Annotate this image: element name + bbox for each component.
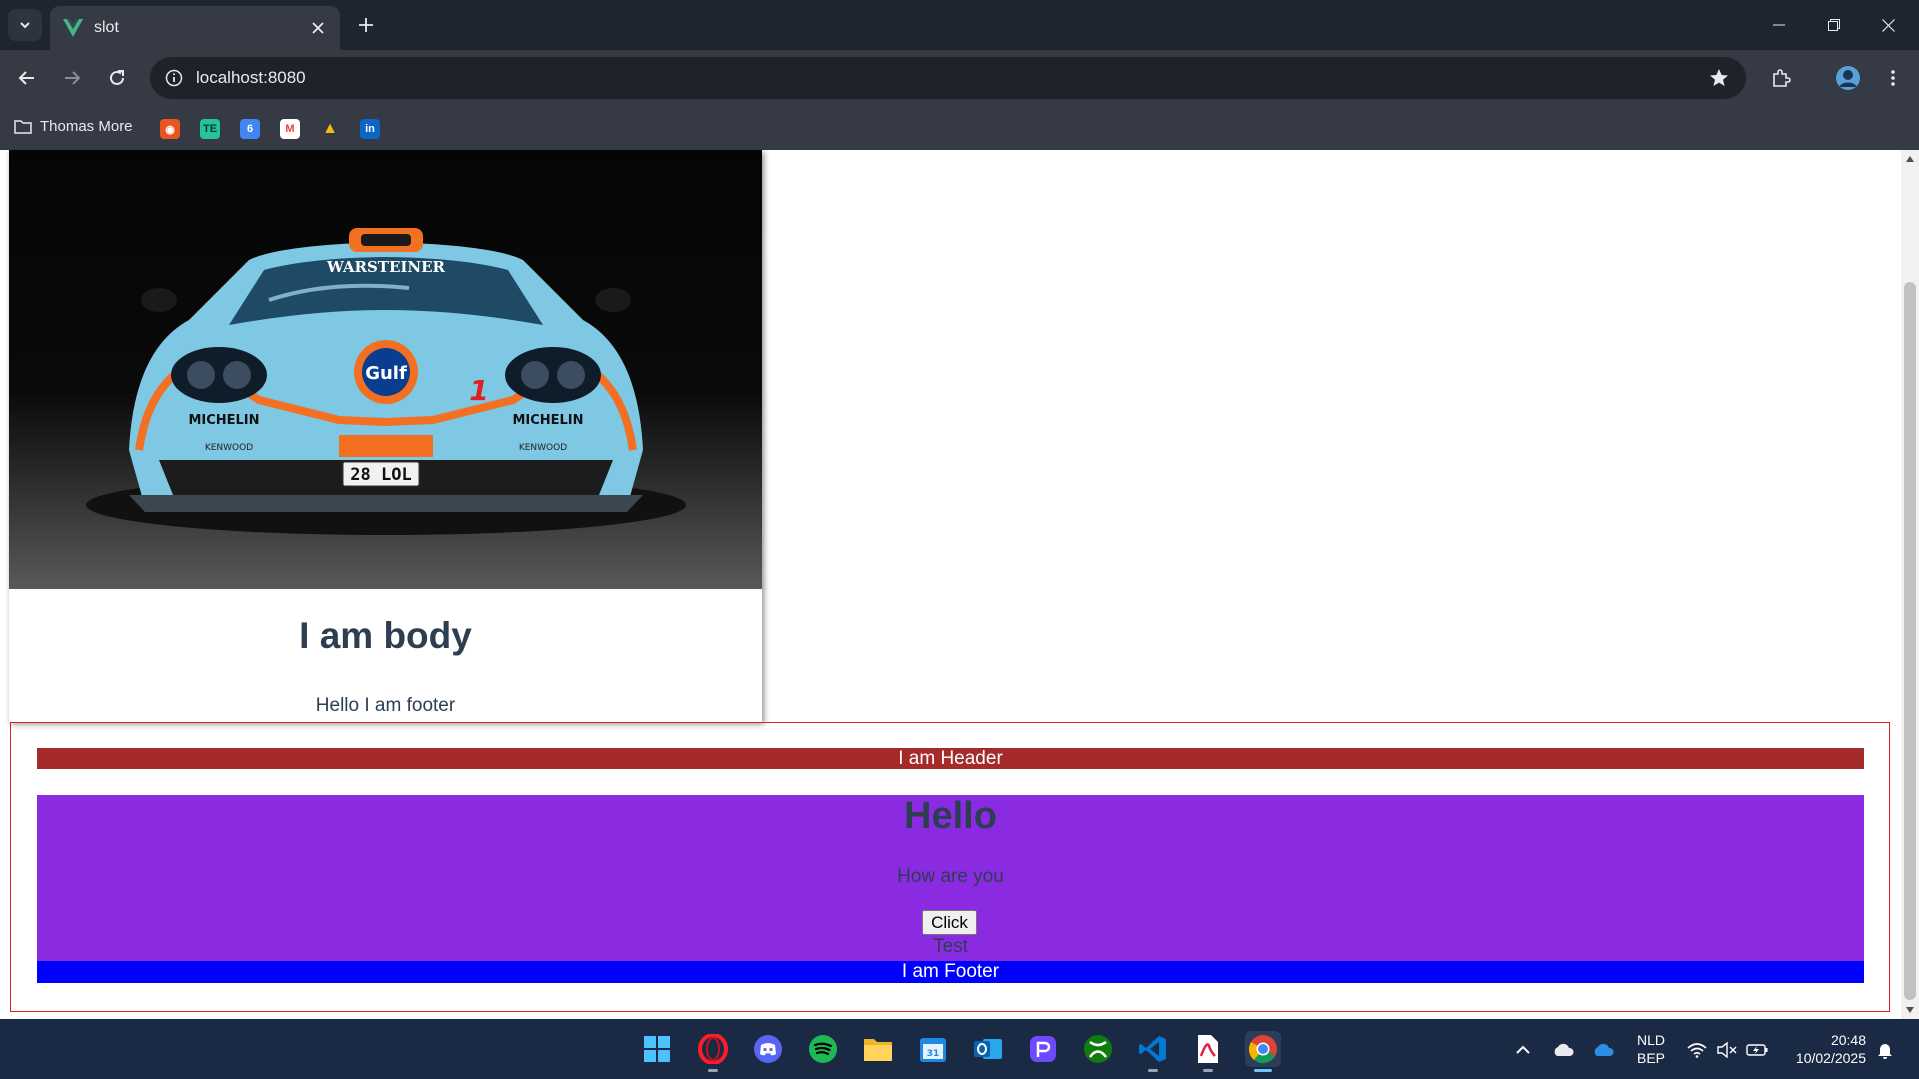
- opera-icon[interactable]: [695, 1031, 731, 1072]
- reload-icon: [110, 70, 124, 85]
- sponsor-right-text: MICHELIN: [512, 413, 583, 428]
- clock[interactable]: 20:48 10/02/2025: [1776, 1031, 1866, 1067]
- bookmark-star-icon[interactable]: [1706, 65, 1732, 91]
- folder-icon: [14, 119, 32, 134]
- close-window-button[interactable]: [1861, 0, 1916, 50]
- body-card: WARSTEINER Gulf 1 MICHELIN MICHELIN KENW…: [9, 150, 762, 722]
- outlook-icon[interactable]: [970, 1031, 1006, 1067]
- arrow-right-icon: [65, 71, 81, 85]
- subsponsor-right-text: KENWOOD: [519, 443, 567, 453]
- test-text: Test: [933, 936, 968, 957]
- address-bar[interactable]: localhost:8080: [150, 57, 1746, 99]
- gmail-bookmark-icon[interactable]: M: [280, 119, 300, 139]
- notification-bell-icon[interactable]: [1874, 1039, 1896, 1061]
- spotify-icon[interactable]: [805, 1031, 841, 1067]
- new-tab-button[interactable]: [352, 11, 380, 39]
- more-vertical-icon: [1891, 70, 1895, 86]
- bookmarks-bar: Thomas More ◉ TE 6 M ▲ in: [0, 107, 1919, 150]
- tab-strip: slot: [0, 0, 1919, 50]
- slot-content: Hello How are you Click Test: [37, 795, 1864, 961]
- content-subtext: How are you: [897, 866, 1004, 887]
- minimize-button[interactable]: [1751, 0, 1806, 50]
- onedrive-personal-icon[interactable]: [1552, 1039, 1574, 1061]
- reload-button[interactable]: [100, 61, 134, 95]
- page-scrollbar[interactable]: [1901, 150, 1919, 1019]
- bookmark-folder-thomas-more[interactable]: Thomas More: [14, 118, 133, 135]
- calendar-app-icon[interactable]: 31: [915, 1031, 951, 1067]
- restore-button[interactable]: [1806, 0, 1861, 50]
- car-image: WARSTEINER Gulf 1 MICHELIN MICHELIN KENW…: [9, 150, 762, 589]
- gulf-badge-text: Gulf: [365, 363, 407, 384]
- sponsor-left-text: MICHELIN: [188, 413, 259, 428]
- onedrive-business-icon[interactable]: [1592, 1039, 1614, 1061]
- subsponsor-left-text: KENWOOD: [205, 443, 253, 453]
- chevron-up-icon[interactable]: [1512, 1039, 1534, 1061]
- slot-header: I am Header: [37, 748, 1864, 769]
- scrollbar-thumb[interactable]: [1904, 282, 1916, 1000]
- scroll-down-arrow-icon[interactable]: [1906, 1007, 1914, 1013]
- vue-logo-icon: [62, 17, 84, 39]
- clock-time: 20:48: [1830, 1032, 1866, 1048]
- windows-taskbar: 31 NLD BEP 20:48 10/02/2025: [0, 1019, 1919, 1079]
- svg-text:31: 31: [927, 1049, 940, 1059]
- bookmark-folder-label: Thomas More: [40, 118, 133, 135]
- card-title: I am body: [299, 615, 472, 656]
- race-car-illustration: WARSTEINER Gulf 1 MICHELIN MICHELIN KENW…: [86, 228, 686, 535]
- back-button[interactable]: [10, 61, 44, 95]
- slot-container: I am Header Hello How are you Click Test…: [10, 722, 1890, 1012]
- tab-search-button[interactable]: [8, 9, 42, 41]
- url-text[interactable]: localhost:8080: [196, 68, 306, 88]
- slot-footer: I am Footer: [37, 961, 1864, 983]
- page-viewport: WARSTEINER Gulf 1 MICHELIN MICHELIN KENW…: [0, 150, 1901, 1019]
- plus-icon: [359, 18, 373, 32]
- volume-muted-icon[interactable]: [1716, 1039, 1738, 1061]
- browser-toolbar: localhost:8080: [0, 50, 1919, 107]
- forward-button[interactable]: [55, 61, 89, 95]
- profile-avatar[interactable]: [1831, 61, 1865, 95]
- car-number-text: 1: [469, 374, 488, 407]
- chrome-icon[interactable]: [1245, 1031, 1281, 1072]
- clock-date: 10/02/2025: [1795, 1050, 1866, 1066]
- browser-tab-active[interactable]: slot: [50, 6, 340, 50]
- minimize-icon: [1772, 24, 1785, 26]
- content-heading: Hello: [904, 795, 997, 837]
- ubuntu-bookmark-icon[interactable]: ◉: [160, 119, 180, 139]
- linkedin-bookmark-icon[interactable]: in: [360, 119, 380, 139]
- site-info-icon[interactable]: [160, 64, 188, 92]
- language-indicator[interactable]: NLD BEP: [1630, 1031, 1672, 1067]
- close-tab-icon[interactable]: [304, 14, 332, 42]
- click-button[interactable]: Click: [922, 910, 977, 935]
- pdf-icon[interactable]: [1190, 1031, 1226, 1072]
- language-code: NLD: [1636, 1032, 1665, 1048]
- proton-icon[interactable]: [1025, 1031, 1061, 1067]
- card-footer: Hello I am footer: [315, 695, 456, 716]
- discord-icon[interactable]: [750, 1031, 786, 1067]
- keyboard-layout: BEP: [1636, 1050, 1665, 1066]
- tab-title: slot: [94, 19, 119, 36]
- close-icon: [1882, 18, 1895, 32]
- chevron-down-icon: [20, 22, 30, 29]
- arrow-left-icon: [18, 71, 34, 85]
- extensions-button[interactable]: [1764, 61, 1798, 95]
- start-icon[interactable]: [639, 1031, 675, 1067]
- hood-sponsor-text: WARSTEINER: [326, 258, 446, 276]
- scroll-up-arrow-icon[interactable]: [1906, 156, 1914, 162]
- restore-icon: [1827, 19, 1840, 31]
- drive-bookmark-icon[interactable]: ▲: [320, 119, 340, 139]
- browser-menu-button[interactable]: [1876, 61, 1910, 95]
- calendar-bookmark-icon[interactable]: 6: [240, 119, 260, 139]
- vscode-icon[interactable]: [1135, 1031, 1171, 1072]
- xbox-icon[interactable]: [1080, 1031, 1116, 1067]
- license-plate-text: 28 LOL: [350, 465, 411, 485]
- wifi-icon[interactable]: [1686, 1039, 1708, 1061]
- puzzle-icon: [1773, 69, 1791, 87]
- avatar-icon: [1836, 66, 1860, 90]
- file-explorer-icon[interactable]: [860, 1031, 896, 1067]
- battery-charging-icon[interactable]: [1746, 1039, 1768, 1061]
- te-bookmark-icon[interactable]: TE: [200, 119, 220, 139]
